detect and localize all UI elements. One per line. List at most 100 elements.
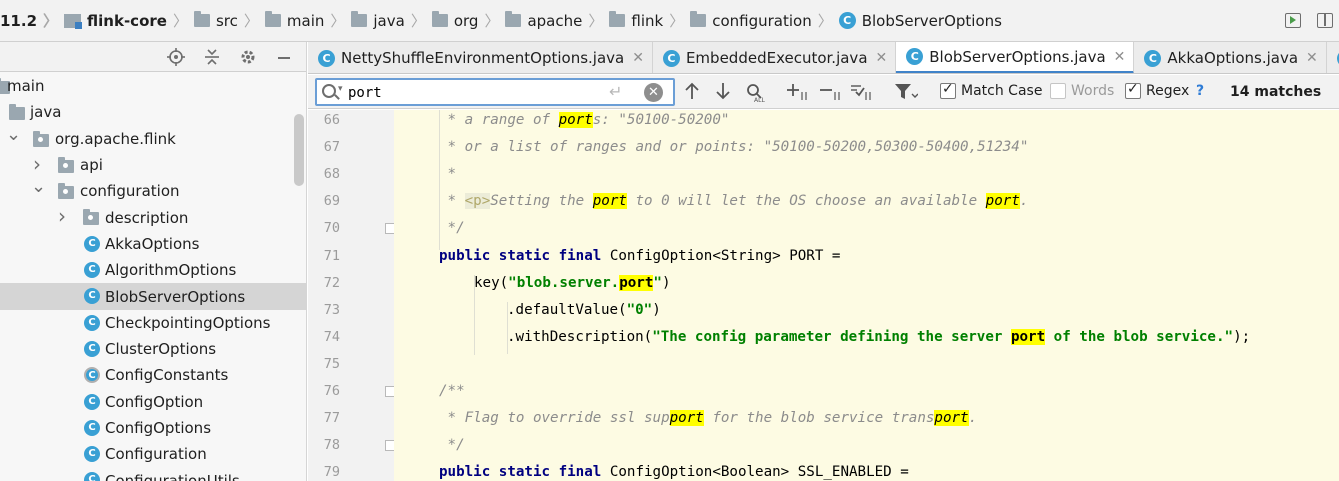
code-token: public static final	[439, 247, 610, 264]
tree-item-blobserveroptions[interactable]: C BlobServerOptions	[0, 283, 306, 310]
tab-akkaoptions-java[interactable]: C AkkaOptions.java ✕	[1134, 42, 1327, 73]
editor-tab-bar: C NettyShuffleEnvironmentOptions.java ✕ C Em…	[308, 42, 1339, 74]
newline-icon[interactable]: ↵	[609, 82, 622, 101]
chevron-right-icon: 〉	[817, 12, 833, 30]
hide-icon[interactable]	[275, 48, 293, 66]
run-panel-icon[interactable]	[1285, 13, 1301, 28]
tab-label: BlobServerOptions.java	[929, 47, 1106, 66]
project-toolbar	[0, 42, 306, 72]
filter-icon[interactable]	[894, 82, 919, 107]
line-number: 73	[323, 301, 340, 318]
clear-search-icon[interactable]: ✕	[644, 83, 663, 102]
tree-item-configuration[interactable]: ⌄ configuration	[0, 176, 306, 204]
close-icon[interactable]: ✕	[876, 50, 888, 66]
breadcrumb-item[interactable]: 〉 flink-core	[37, 0, 167, 41]
search-match-highlight: port	[619, 274, 654, 291]
regex-checkbox[interactable]	[1125, 81, 1141, 99]
select-all-checkmark-icon[interactable]	[850, 82, 874, 107]
class-icon: C	[84, 446, 100, 463]
code-editor[interactable]: * a range of ports: "50100-50200" * or a…	[394, 110, 1339, 481]
locate-icon[interactable]	[167, 47, 185, 66]
line-number: 71	[323, 247, 340, 264]
close-icon[interactable]: ✕	[1114, 49, 1126, 65]
class-icon: C	[84, 288, 100, 305]
line-number: 66	[323, 112, 340, 128]
tree-item-configurationutils[interactable]: C ConfigurationUtils	[0, 467, 306, 481]
tab-embeddedexecutor-java[interactable]: C EmbeddedExecutor.java ✕	[653, 42, 897, 73]
chevron-right-icon: 〉	[410, 12, 426, 30]
tree-item-akkaoptions[interactable]: C AkkaOptions	[0, 231, 306, 257]
breadcrumb-item[interactable]: 〉 org	[405, 0, 478, 41]
svg-text:ALL: ALL	[754, 97, 765, 102]
code-line: *	[394, 161, 1339, 188]
code-line: key("blob.server.port")	[394, 270, 1339, 297]
code-token: */	[439, 437, 465, 454]
breadcrumb-label: 11.2	[0, 11, 38, 30]
breadcrumb-item[interactable]: 〉 main	[238, 0, 324, 41]
code-token: "	[653, 274, 662, 291]
gear-icon[interactable]	[239, 48, 257, 66]
package-icon	[58, 183, 74, 200]
chevron-right-icon[interactable]: ›	[31, 152, 43, 176]
class-icon: C	[84, 235, 100, 252]
tree-scrollbar[interactable]	[294, 114, 304, 186]
tree-item-org-apache-flink[interactable]: ⌄ org.apache.flink	[0, 124, 306, 152]
breadcrumb-item[interactable]: 〉 configuration	[663, 0, 812, 41]
code-token: s: "50100-50200"	[592, 112, 730, 128]
tree-item-java[interactable]: java	[0, 99, 306, 125]
code-line: */	[394, 215, 1339, 242]
match-case-checkbox[interactable]	[940, 81, 956, 99]
tree-item-configoptions[interactable]: C ConfigOptions	[0, 415, 306, 441]
tree-item-checkpointingoptions[interactable]: C CheckpointingOptions	[0, 310, 306, 336]
close-icon[interactable]: ✕	[632, 50, 644, 66]
chevron-right-icon: 〉	[588, 12, 604, 30]
chevron-right-icon[interactable]: ›	[56, 204, 68, 228]
breadcrumb-item[interactable]: 11.2	[0, 0, 38, 41]
remove-occurrence-icon[interactable]	[819, 82, 843, 107]
layout-icon[interactable]	[1317, 13, 1333, 28]
search-match-highlight: port	[558, 112, 593, 128]
previous-occurrence-icon[interactable]	[684, 82, 700, 105]
add-occurrence-icon[interactable]	[786, 82, 810, 107]
chevron-down-icon[interactable]: ⌄	[31, 176, 46, 197]
search-input[interactable]	[348, 82, 603, 103]
tree-item-configuration[interactable]: C Configuration	[0, 441, 306, 467]
tree-item-configconstants[interactable]: C ConfigConstants	[0, 362, 306, 388]
code-token: ConfigOption<Boolean> SSL_ENABLED =	[609, 464, 909, 481]
collapse-all-icon[interactable]	[203, 48, 221, 66]
tab-label: NettyShuffleEnvironmentOptions.java	[341, 49, 625, 67]
tree-item-clusteroptions[interactable]: C ClusterOptions	[0, 336, 306, 362]
tab-co[interactable]: CCo	[1327, 42, 1339, 73]
class-icon: C	[84, 472, 100, 481]
package-icon	[33, 130, 49, 147]
tree-item-api[interactable]: › api	[0, 152, 306, 178]
search-icon[interactable]	[322, 84, 336, 98]
folder-icon	[609, 11, 626, 27]
next-occurrence-icon[interactable]	[715, 82, 731, 105]
breadcrumb-item[interactable]: 〉 src	[167, 0, 238, 41]
tab-label: AkkaOptions.java	[1167, 49, 1299, 67]
breadcrumb-label: src	[215, 11, 238, 30]
tree-item-main[interactable]: main	[0, 73, 306, 99]
breadcrumb-item[interactable]: 〉 C BlobServerOptions	[812, 0, 1002, 41]
tree-item-algorithmoptions[interactable]: C AlgorithmOptions	[0, 257, 306, 283]
breadcrumb-item[interactable]: 〉 java	[324, 0, 405, 41]
line-number: 75	[323, 355, 340, 372]
select-all-occurrences-icon[interactable]: ALL	[745, 82, 767, 107]
package-icon	[83, 209, 99, 226]
words-checkbox[interactable]	[1050, 83, 1066, 99]
breadcrumb-item[interactable]: 〉 apache	[478, 0, 582, 41]
folder-icon	[431, 11, 448, 27]
chevron-down-icon[interactable]: ⌄	[6, 124, 21, 145]
tree-item-description[interactable]: › description	[0, 204, 306, 230]
line-number: 76	[323, 383, 340, 399]
tab-nettyshuffleenvironmentoptions-java[interactable]: C NettyShuffleEnvironmentOptions.java ✕	[308, 42, 653, 73]
tree-item-configoption[interactable]: C ConfigOption	[0, 389, 306, 415]
close-icon[interactable]: ✕	[1306, 50, 1318, 66]
search-history-chevron-icon[interactable]: ▾	[338, 84, 343, 94]
class-icon: C	[84, 367, 100, 384]
regex-help-link[interactable]: ?	[1196, 83, 1204, 99]
tab-blobserveroptions-java[interactable]: C BlobServerOptions.java ✕	[896, 42, 1135, 73]
tree-item-label: ConfigOptions	[105, 419, 212, 437]
breadcrumb-item[interactable]: 〉 flink	[582, 0, 663, 41]
